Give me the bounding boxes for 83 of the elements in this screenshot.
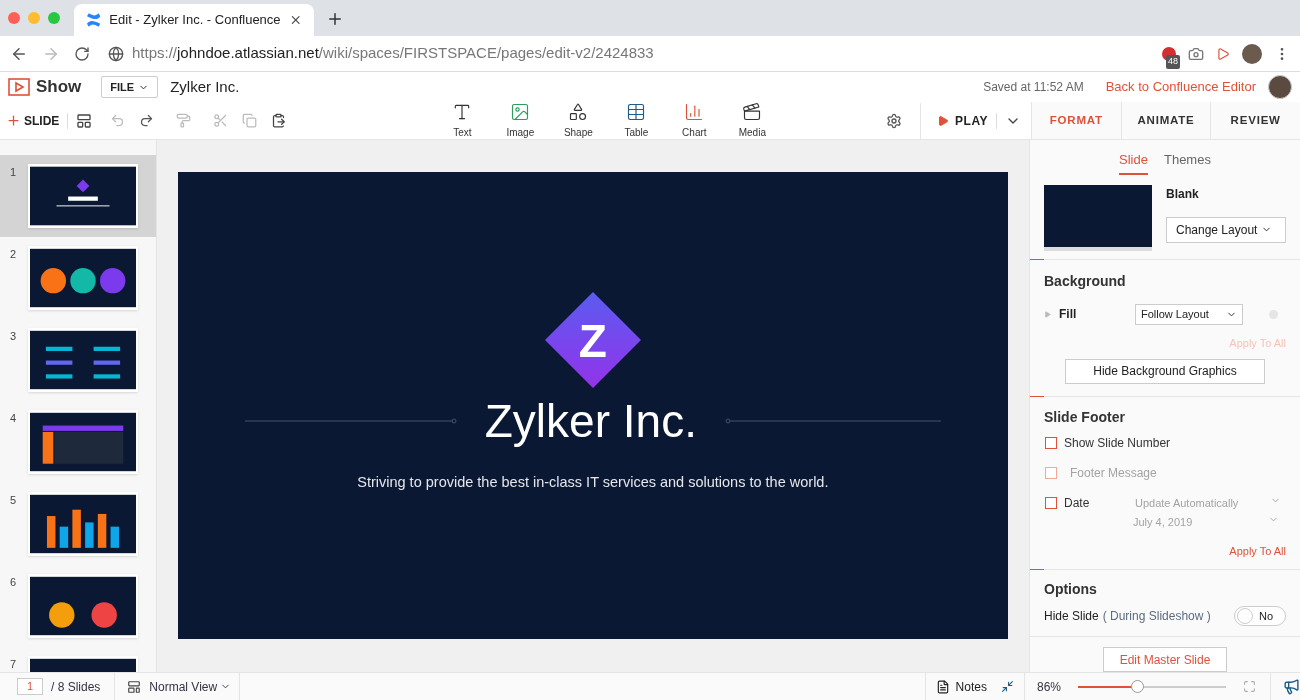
play-button[interactable]: PLAY [937,111,988,130]
insert-tool-button[interactable]: Table [620,101,653,140]
redo-icon[interactable] [139,113,155,128]
checkbox[interactable] [1045,497,1057,510]
fill-label: Fill [1059,306,1078,323]
slide-canvas[interactable]: Z Zylker Inc. Striving to provide the best in-class IT services and solutions to the world. [177,172,1008,639]
back-link[interactable]: Back to Confluence Editor [1105,77,1256,97]
save-status: Saved at 11:52 AM [983,79,1084,96]
divider-line-icon [724,418,941,424]
section-heading: Background [1043,271,1127,291]
file-menu[interactable]: FILE [101,76,159,98]
play-icon [937,114,950,127]
view-icon [127,679,142,694]
extension-badge: 48 [1166,55,1180,69]
notes-icon [935,679,950,694]
slide-number: 2 [10,247,18,262]
app-name: Show [36,76,82,99]
camera-icon[interactable] [1188,45,1204,62]
slide-subtitle: Striving to provide the best in-class IT services and solutions to the world. [357,473,829,492]
section-heading: Slide Footer [1043,407,1126,427]
slide-count: / 8 Slides [51,678,101,696]
address-field[interactable]: https://johndoe.atlassian.net/wiki/spaces/FIRSTSPACE/pages/edit-v2/2424833 [132,42,654,65]
paste-icon[interactable] [271,113,287,128]
announcement-icon[interactable] [1283,678,1300,695]
change-layout-button[interactable]: Change Layout [1166,216,1286,243]
sub-tab[interactable]: Slide [1119,150,1148,175]
logo-diamond-icon [544,292,641,388]
slide-number: 6 [10,575,18,590]
bar-chart-icon [684,101,705,122]
apply-to-all-link[interactable]: Apply To All [1229,543,1286,560]
fill-select[interactable]: Follow Layout [1135,303,1243,325]
notes-button[interactable]: Notes [935,677,987,696]
clapperboard-icon [742,101,763,122]
close-window-icon[interactable] [8,12,20,24]
globe-icon [108,45,124,62]
zoom-slider-thumb[interactable] [1131,679,1145,693]
zoom-value: 86% [1036,678,1061,696]
sub-tab[interactable]: Themes [1163,150,1211,175]
slide-number: 3 [10,329,18,344]
insert-tool-button[interactable]: Image [504,101,537,140]
confluence-logo-icon [86,12,102,28]
checkbox-label: Date [1064,495,1090,513]
add-slide-button[interactable]: SLIDE [6,111,60,130]
shapes-icon [568,101,589,122]
slide-number: 4 [10,411,18,426]
hide-slide-note: ( During Slideshow ) [1102,608,1211,626]
checkbox-label: Show Slide Number [1064,434,1171,452]
layout-name: Blank [1166,185,1200,203]
profile-avatar[interactable] [1242,43,1262,64]
slide-number: 5 [10,493,18,508]
hide-background-graphics-button[interactable]: Hide Background Graphics [1065,359,1265,384]
new-tab-icon[interactable] [326,10,344,28]
user-avatar[interactable] [1268,75,1292,99]
hide-slide-label: Hide Slide [1044,608,1099,626]
table-icon [626,101,647,122]
insert-tool-button[interactable]: Shape [562,101,595,140]
fullscreen-icon[interactable] [1243,680,1256,693]
logo-letter: Z [578,314,607,369]
slide-list-item[interactable]: 1 [0,155,156,237]
image-icon [510,101,531,122]
section-heading: Options [1043,580,1098,600]
plus-icon [6,113,21,128]
checkbox[interactable] [1045,436,1057,449]
video-icon[interactable] [1216,46,1230,61]
hide-slide-toggle[interactable]: No [1234,606,1286,627]
view-menu[interactable]: Normal View [149,677,232,696]
edit-master-slide-button[interactable]: Edit Master Slide [1103,647,1227,672]
show-logo-icon [8,78,30,96]
page-number-field[interactable]: 1 [17,678,43,695]
browser-tab[interactable]: Edit - Zylker Inc. - Confluence [74,4,314,36]
document-title[interactable]: Zylker Inc. [170,75,240,99]
layout-icon[interactable] [76,112,93,129]
insert-tool-button[interactable]: Media [736,101,769,140]
reload-icon[interactable] [74,45,90,62]
divider-line-icon [244,418,457,424]
slide-number: 1 [10,165,18,180]
fit-icon[interactable] [1000,680,1014,693]
tab-title: Edit - Zylker Inc. - Confluence [109,11,281,30]
slide-number: 7 [10,657,18,672]
settings-icon[interactable] [886,112,903,129]
checkbox-label: Footer Message [1070,465,1157,482]
insert-tool-button[interactable]: Text [446,101,479,140]
insert-tool-button[interactable]: Chart [678,101,711,140]
